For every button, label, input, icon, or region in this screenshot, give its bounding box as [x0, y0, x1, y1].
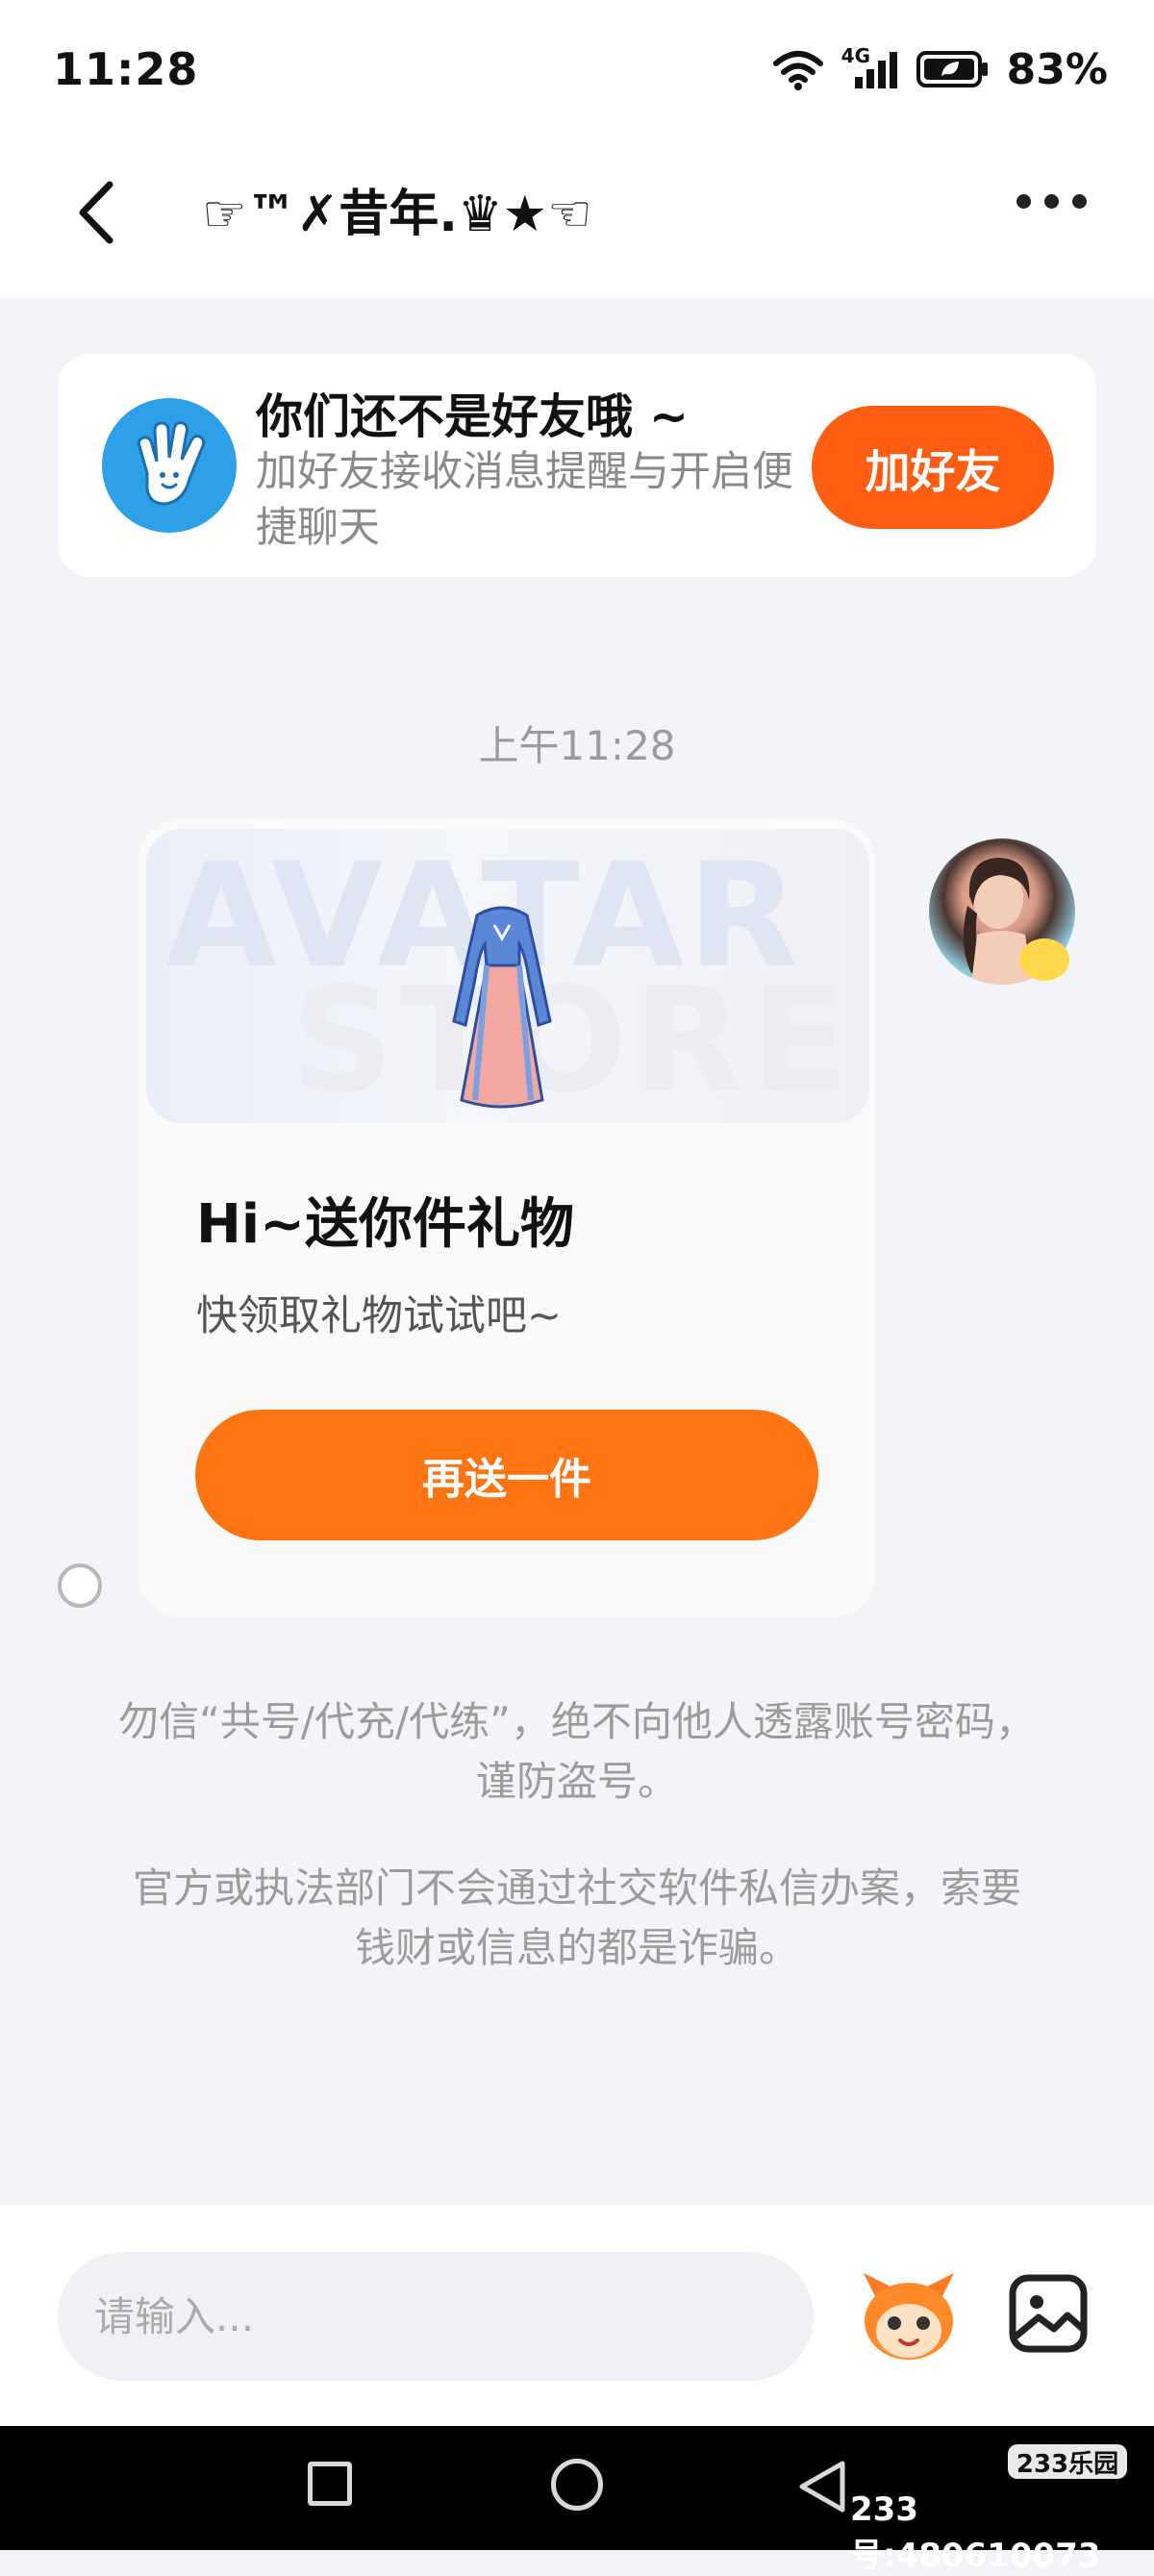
battery-percentage: 83% [1006, 44, 1108, 94]
image-picker-icon[interactable] [1008, 2273, 1089, 2354]
safety-notice: 勿信“共号/代充/代练”，绝不向他人透露账号密码，谨防盗号。 [118, 1698, 1036, 1805]
wifi-icon [772, 51, 823, 90]
more-options-icon[interactable] [1016, 194, 1087, 209]
banner-watermark: STORE [290, 958, 854, 1123]
gift-title: Hi~送你件礼物 [196, 1193, 574, 1256]
friend-prompt-subtitle: 加好友接收消息提醒与开启便捷聊天 [256, 448, 793, 552]
chat-title: ☞™✗昔年.♛★☜ [202, 186, 592, 243]
send-another-gift-button[interactable]: 再送一件 [195, 1410, 818, 1540]
nav-back-icon[interactable] [794, 2458, 852, 2515]
message-timestamp: 上午11:28 [478, 722, 676, 769]
back-arrow-icon[interactable] [69, 179, 127, 246]
watermark-id: 233号:480610073 [850, 2490, 1101, 2575]
friend-prompt-title: 你们还不是好友哦 ~ [256, 389, 690, 444]
battery-icon [916, 51, 988, 88]
recent-apps-icon[interactable] [308, 2462, 352, 2506]
safety-notice: 官方或执法部门不会通过社交软件私信办案，索要钱财或信息的都是诈骗。 [132, 1864, 1021, 1971]
cellular-signal-icon: 4G [841, 44, 899, 90]
avatar-emoji-sticker [1019, 938, 1069, 981]
home-icon[interactable] [551, 2459, 603, 2511]
message-input[interactable] [58, 2252, 814, 2381]
status-time: 11:28 [53, 43, 199, 95]
add-friend-button[interactable]: 加好友 [812, 406, 1054, 529]
message-select-checkbox[interactable] [58, 1563, 102, 1608]
wave-hand-icon [102, 398, 237, 533]
status-icons: 4G 83% [772, 40, 1108, 98]
gift-banner: AVATAR STORE [146, 829, 869, 1123]
gift-dress-image [452, 906, 552, 1109]
emoji-mascot-icon[interactable] [856, 2267, 962, 2363]
gift-subtitle: 快领取礼物试试吧~ [196, 1292, 563, 1340]
watermark-logo: 233乐园 [1008, 2444, 1127, 2479]
